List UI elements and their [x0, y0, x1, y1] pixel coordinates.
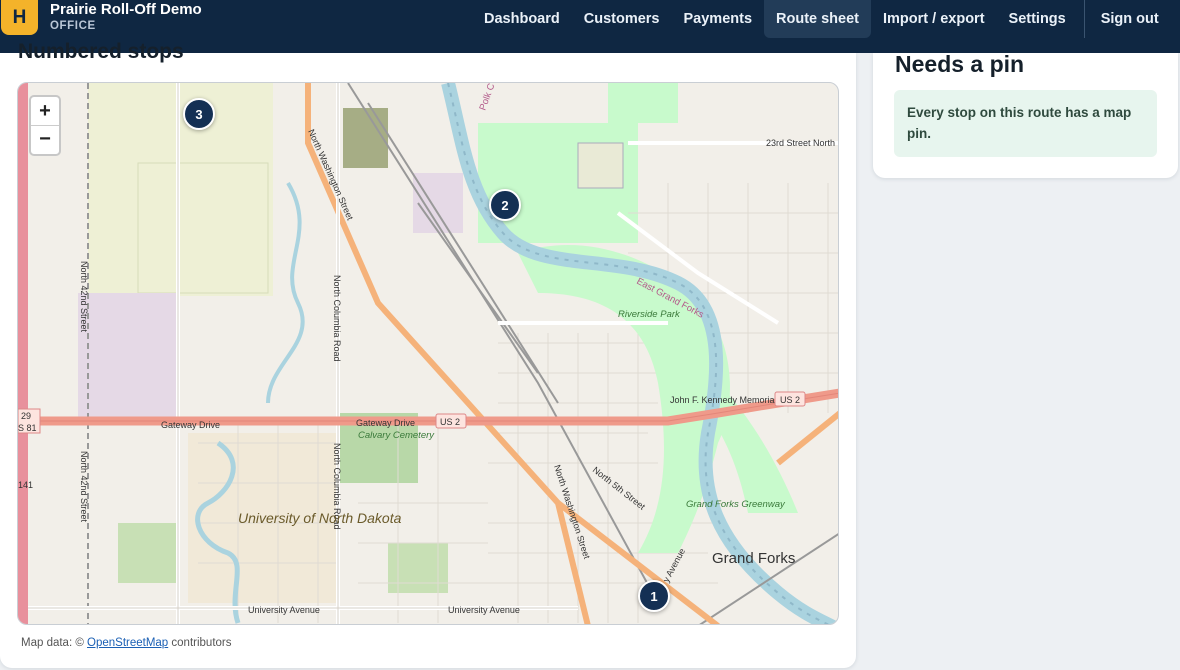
label-grand-forks: Grand Forks — [712, 550, 795, 567]
nav-divider — [1083, 0, 1085, 38]
label-polk: Polk C — [477, 83, 497, 112]
label-greenway: Grand Forks Greenway — [686, 499, 786, 510]
label-gateway-drive-2: Gateway Drive — [356, 418, 415, 428]
brand-logo[interactable]: H — [1, 0, 38, 35]
app-name: Prairie Roll-Off Demo — [50, 1, 202, 18]
route-map[interactable]: 23rd Street North North Washington Stree… — [17, 82, 839, 625]
nav-import-export[interactable]: Import / export — [871, 0, 997, 38]
label-us2: US 2 — [440, 417, 460, 427]
needs-pin-title: Needs a pin — [895, 51, 1025, 77]
label-university-avenue-2: University Avenue — [448, 605, 520, 615]
attribution-prefix: Map data: © — [21, 637, 84, 649]
page-title: Numbered stops — [18, 40, 184, 63]
stop-pin-3[interactable]: 3 — [183, 98, 215, 130]
label-us2-east: US 2 — [780, 395, 800, 405]
label-university: University of North Dakota — [238, 510, 402, 526]
nav-sign-out[interactable]: Sign out — [1089, 0, 1171, 38]
nav-payments[interactable]: Payments — [672, 0, 765, 38]
label-hwy-s81: S 81 — [18, 423, 37, 433]
stop-pin-2[interactable]: 2 — [489, 189, 521, 221]
stop-pin-1[interactable]: 1 — [638, 580, 670, 612]
label-hwy-141: 141 — [18, 480, 33, 490]
zoom-out-button[interactable]: − — [31, 125, 59, 153]
nav-route-sheet[interactable]: Route sheet — [764, 0, 872, 38]
label-north-columbia: North Columbia Road — [332, 275, 342, 362]
map-tiles: 23rd Street North North Washington Stree… — [18, 83, 838, 624]
nav-dashboard[interactable]: Dashboard — [472, 0, 572, 38]
openstreetmap-link[interactable]: OpenStreetMap — [87, 637, 168, 649]
label-calvary-cemetery: Calvary Cemetery — [358, 430, 435, 441]
needs-pin-card: Needs a pin Every stop on this route has… — [873, 51, 1178, 178]
zoom-control: + − — [29, 95, 61, 156]
label-23rd-street: 23rd Street North — [766, 138, 835, 148]
all-pinned-notice: Every stop on this route has a map pin. — [894, 90, 1157, 157]
label-hwy-29: 29 — [21, 411, 31, 421]
label-university-avenue: University Avenue — [248, 605, 320, 615]
label-north-5th: North 5th Street — [591, 465, 648, 512]
app-subtitle: OFFICE — [50, 20, 96, 32]
attribution-suffix: contributors — [171, 637, 232, 649]
label-north-42nd-2: North 42nd Street — [79, 451, 89, 523]
zoom-in-button[interactable]: + — [31, 97, 59, 125]
main-nav: Dashboard Customers Payments Route sheet… — [472, 0, 1171, 38]
nav-customers[interactable]: Customers — [572, 0, 672, 38]
label-gateway-drive: Gateway Drive — [161, 420, 220, 430]
nav-settings[interactable]: Settings — [997, 0, 1078, 38]
label-north-42nd: North 42nd Street — [79, 261, 89, 333]
label-riverside-park: Riverside Park — [618, 309, 681, 320]
map-attribution: Map data: © OpenStreetMap contributors — [21, 637, 232, 649]
